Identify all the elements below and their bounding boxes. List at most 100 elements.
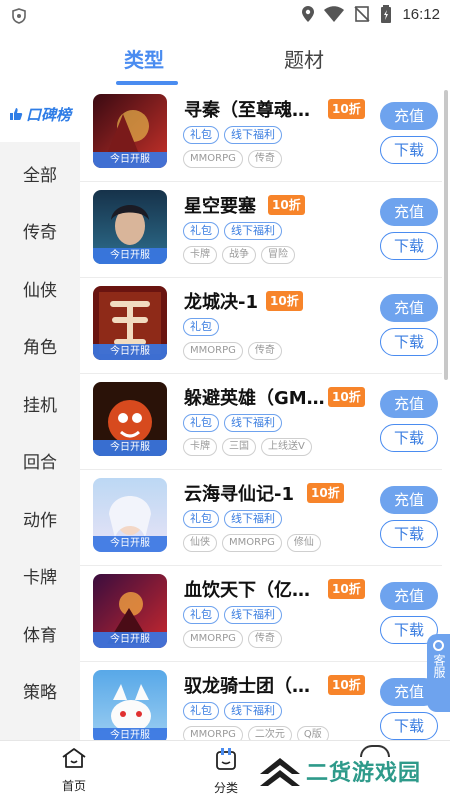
location-icon (302, 6, 315, 22)
genre-tags: 仙侠 MMORPG 修仙 (183, 534, 321, 552)
game-icon: 今日开服 (93, 190, 167, 264)
recharge-button[interactable]: 充值 (380, 294, 438, 322)
gift-tag: 礼包 (183, 318, 219, 336)
discount-badge: 10折 (266, 291, 303, 311)
genre-tag: MMORPG (183, 150, 243, 168)
discount-badge: 10折 (328, 675, 365, 695)
status-bar: 16:12 (0, 0, 450, 32)
tab-type[interactable]: 类型 (124, 44, 164, 73)
benefit-tags: 礼包 (183, 318, 219, 336)
recharge-button[interactable]: 充值 (380, 582, 438, 610)
sidebar-item-reputation[interactable]: 口碑榜 (0, 86, 80, 142)
service-icon (433, 640, 444, 651)
no-sim-icon (354, 6, 371, 22)
genre-tag: 上线送V (261, 438, 312, 456)
game-card[interactable]: 今日开服 星空要塞 10折 礼包 线下福利 卡牌 战争 冒险 充值 下载 (80, 182, 442, 278)
nav-home-label: 首页 (61, 779, 86, 793)
download-button[interactable]: 下载 (380, 712, 438, 740)
genre-tags: 卡牌 三国 上线送V (183, 438, 312, 456)
game-icon: 今日开服 (93, 670, 167, 740)
game-name: 驭龙骑士团（… (184, 676, 310, 697)
genre-tag: MMORPG (222, 534, 282, 552)
open-today-ribbon: 今日开服 (93, 344, 167, 360)
benefit-tags: 礼包 线下福利 (183, 606, 282, 624)
sidebar-item-sports[interactable]: 体育 (0, 621, 80, 646)
open-today-ribbon: 今日开服 (93, 152, 167, 168)
game-card[interactable]: 今日开服 血饮天下（亿… 10折 礼包 线下福利 MMORPG 传奇 充值 下载 (80, 566, 442, 662)
genre-tag: 三国 (222, 438, 256, 456)
download-button[interactable]: 下载 (380, 328, 438, 356)
genre-tag: 传奇 (247, 150, 282, 168)
sidebar-item-role[interactable]: 角色 (0, 333, 80, 358)
gift-tag: 礼包 (183, 510, 219, 528)
game-icon: 今日开服 (93, 94, 167, 168)
list-scrollbar[interactable] (444, 90, 448, 380)
sidebar-item-action[interactable]: 动作 (0, 506, 80, 531)
game-icon: 今日开服 (93, 286, 167, 360)
recharge-button[interactable]: 充值 (380, 390, 438, 418)
download-button[interactable]: 下载 (380, 232, 438, 260)
game-name: 龙城决-1 (184, 292, 258, 313)
recharge-button[interactable]: 充值 (380, 102, 438, 130)
game-name: 寻秦（至尊魂… (184, 100, 310, 121)
genre-tag: 卡牌 (183, 438, 217, 456)
recharge-button[interactable]: 充值 (380, 486, 438, 514)
status-time: 16:12 (402, 5, 440, 23)
recharge-button[interactable]: 充值 (380, 198, 438, 226)
genre-tags: 卡牌 战争 冒险 (183, 246, 295, 264)
open-today-ribbon: 今日开服 (93, 440, 167, 456)
sidebar-item-all[interactable]: 全部 (0, 161, 80, 186)
benefit-tags: 礼包 线下福利 (183, 702, 282, 720)
game-card[interactable]: 今日开服 躲避英雄（GM… 10折 礼包 线下福利 卡牌 三国 上线送V 充值 … (80, 374, 442, 470)
nav-home[interactable]: 首页 (52, 747, 96, 794)
game-icon: 今日开服 (93, 382, 167, 456)
sidebar-item-xianxia[interactable]: 仙侠 (0, 276, 80, 301)
open-today-ribbon: 今日开服 (93, 248, 167, 264)
genre-tag: 卡牌 (183, 246, 217, 264)
offline-welfare-tag: 线下福利 (224, 414, 282, 432)
sidebar-item-legend[interactable]: 传奇 (0, 218, 80, 243)
benefit-tags: 礼包 线下福利 (183, 126, 282, 144)
discount-badge: 10折 (328, 387, 365, 407)
game-name: 星空要塞 (184, 196, 256, 217)
watermark-text: 二货游戏园 (306, 761, 422, 786)
sidebar-item-card[interactable]: 卡牌 (0, 563, 80, 588)
open-today-ribbon: 今日开服 (93, 632, 167, 648)
home-icon (62, 748, 86, 768)
game-card[interactable]: 今日开服 云海寻仙记-1 10折 礼包 线下福利 仙侠 MMORPG 修仙 充值… (80, 470, 442, 566)
discount-badge: 10折 (307, 483, 344, 503)
game-card[interactable]: 今日开服 龙城决-1 10折 礼包 MMORPG 传奇 充值 下载 (80, 278, 442, 374)
download-button[interactable]: 下载 (380, 136, 438, 164)
open-today-ribbon: 今日开服 (93, 728, 167, 740)
benefit-tags: 礼包 线下福利 (183, 414, 282, 432)
nav-category[interactable]: 分类 (204, 747, 248, 796)
gift-tag: 礼包 (183, 222, 219, 240)
offline-welfare-tag: 线下福利 (224, 126, 282, 144)
sidebar-item-strategy[interactable]: 策略 (0, 678, 80, 703)
thumbs-up-icon (9, 108, 23, 120)
game-name: 血饮天下（亿… (184, 580, 310, 601)
download-button[interactable]: 下载 (380, 520, 438, 548)
chevron-up-logo-icon (260, 758, 300, 786)
genre-tag: 战争 (222, 246, 256, 264)
sidebar-item-turn-based[interactable]: 回合 (0, 448, 80, 473)
shield-icon (12, 8, 26, 24)
customer-service-button[interactable]: 客服 (427, 634, 450, 712)
game-list: 今日开服 寻秦（至尊魂… 10折 礼包 线下福利 MMORPG 传奇 充值 下载… (80, 86, 450, 740)
gift-tag: 礼包 (183, 606, 219, 624)
game-name: 云海寻仙记-1 (184, 484, 294, 505)
benefit-tags: 礼包 线下福利 (183, 222, 282, 240)
game-card[interactable]: 今日开服 驭龙骑士团（… 10折 礼包 线下福利 MMORPG 二次元 Q版 充… (80, 662, 442, 740)
genre-tag: 二次元 (247, 726, 292, 740)
benefit-tags: 礼包 线下福利 (183, 510, 282, 528)
sidebar-item-idle[interactable]: 挂机 (0, 391, 80, 416)
tab-theme[interactable]: 题材 (284, 44, 324, 73)
game-name: 躲避英雄（GM… (184, 388, 325, 409)
offline-welfare-tag: 线下福利 (224, 510, 282, 528)
download-button[interactable]: 下载 (380, 424, 438, 452)
offline-welfare-tag: 线下福利 (224, 222, 282, 240)
game-card[interactable]: 今日开服 寻秦（至尊魂… 10折 礼包 线下福利 MMORPG 传奇 充值 下载 (80, 86, 442, 182)
genre-tag: 修仙 (286, 534, 321, 552)
bottom-nav: 首页 分类 二货游戏园 (0, 740, 450, 800)
genre-tag: 传奇 (247, 342, 282, 360)
